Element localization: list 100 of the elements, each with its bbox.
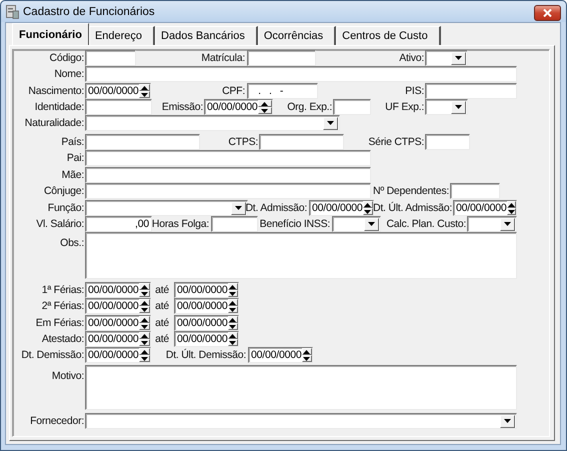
field-label: Naturalidade: bbox=[24, 117, 84, 129]
tab[interactable]: Funcionário bbox=[12, 23, 89, 45]
spin-button[interactable] bbox=[362, 201, 373, 215]
dropdown-field[interactable] bbox=[85, 115, 340, 131]
date-field[interactable]: 00/00/0000 bbox=[85, 83, 151, 99]
spin-button[interactable] bbox=[228, 316, 238, 330]
tab[interactable]: Endereço bbox=[88, 26, 156, 45]
input-field[interactable] bbox=[85, 167, 371, 183]
field-label: Motivo: bbox=[52, 370, 84, 382]
spin-button[interactable] bbox=[138, 348, 150, 362]
spin-button[interactable] bbox=[506, 201, 516, 215]
spin-button[interactable] bbox=[228, 283, 238, 297]
dropdown-field[interactable] bbox=[425, 50, 468, 66]
spin-button[interactable] bbox=[138, 299, 150, 313]
down-arrow-icon bbox=[229, 324, 236, 328]
input-field[interactable] bbox=[85, 150, 371, 166]
field-label: PIS: bbox=[405, 85, 424, 97]
date-field[interactable]: 00/00/0000 bbox=[174, 298, 239, 314]
dropdown-button[interactable] bbox=[364, 218, 379, 230]
input-field[interactable] bbox=[333, 99, 371, 115]
field-label: Emissão: bbox=[162, 101, 203, 113]
input-field[interactable] bbox=[85, 66, 517, 82]
tab[interactable]: Dados Bancários bbox=[155, 26, 258, 45]
input-field[interactable] bbox=[450, 183, 500, 199]
spin-button[interactable] bbox=[138, 283, 150, 297]
up-arrow-icon bbox=[364, 202, 372, 206]
dropdown-button[interactable] bbox=[500, 414, 515, 428]
tab[interactable]: Centros de Custo bbox=[336, 26, 441, 45]
field-label: Calc. Plan. Custo: bbox=[386, 218, 466, 230]
field-label: Obs.: bbox=[60, 237, 84, 249]
input-field[interactable] bbox=[425, 83, 517, 99]
up-arrow-icon bbox=[140, 300, 148, 304]
date-field[interactable]: 00/00/0000 bbox=[85, 331, 151, 347]
field-label: Org. Exp.: bbox=[287, 101, 332, 113]
dropdown-field[interactable] bbox=[332, 216, 381, 232]
field-label: Série CTPS: bbox=[368, 136, 424, 148]
field-label: CPF: bbox=[222, 85, 245, 97]
field-label: até bbox=[155, 284, 169, 296]
field-label: 1ª Férias: bbox=[42, 284, 84, 296]
date-field[interactable]: 00/00/0000 bbox=[174, 315, 239, 331]
field-label: Vl. Salário: bbox=[36, 218, 84, 230]
down-arrow-icon bbox=[140, 308, 148, 312]
date-field[interactable]: 00/00/0000 bbox=[85, 315, 151, 331]
down-arrow-icon bbox=[508, 210, 515, 214]
field-label: Em Férias: bbox=[36, 317, 84, 329]
tab[interactable]: Ocorrências bbox=[258, 26, 336, 45]
input-field[interactable] bbox=[85, 183, 371, 199]
down-arrow-icon bbox=[229, 308, 236, 312]
text-area[interactable] bbox=[85, 365, 517, 410]
close-icon bbox=[543, 8, 552, 16]
dropdown-field[interactable] bbox=[85, 413, 517, 429]
date-field[interactable]: 00/00/0000 bbox=[85, 298, 151, 314]
text-area[interactable] bbox=[85, 232, 517, 279]
spin-button[interactable] bbox=[258, 100, 272, 114]
window-title: Cadastro de Funcionários bbox=[23, 6, 156, 18]
input-field[interactable] bbox=[211, 216, 258, 232]
close-button[interactable] bbox=[534, 4, 561, 20]
dropdown-button[interactable] bbox=[451, 52, 466, 64]
input-field[interactable] bbox=[85, 50, 136, 66]
spin-button[interactable] bbox=[138, 84, 150, 98]
field-label: Código: bbox=[50, 52, 84, 64]
input-field[interactable] bbox=[85, 134, 200, 150]
dropdown-button[interactable] bbox=[231, 202, 246, 214]
down-arrow-icon bbox=[504, 222, 511, 226]
spin-button[interactable] bbox=[228, 299, 238, 313]
up-arrow-icon bbox=[303, 350, 310, 354]
input-field[interactable]: . . - bbox=[247, 83, 318, 99]
dropdown-field[interactable] bbox=[425, 99, 468, 115]
dropdown-button[interactable] bbox=[451, 100, 466, 114]
dropdown-button[interactable] bbox=[500, 218, 515, 230]
date-field[interactable]: 00/00/0000 bbox=[85, 347, 151, 363]
field-label: Benefício INSS: bbox=[260, 218, 330, 230]
dropdown-button[interactable] bbox=[323, 116, 338, 130]
input-field[interactable] bbox=[259, 134, 344, 150]
spin-button[interactable] bbox=[228, 332, 238, 346]
input-field[interactable] bbox=[425, 134, 470, 150]
input-field[interactable] bbox=[85, 99, 152, 115]
spin-button[interactable] bbox=[138, 332, 150, 346]
up-arrow-icon bbox=[140, 86, 148, 90]
field-label: CTPS: bbox=[228, 136, 258, 148]
field-label: Pai: bbox=[66, 152, 84, 164]
input-field[interactable] bbox=[247, 50, 316, 66]
spin-button[interactable] bbox=[138, 316, 150, 330]
field-label: UF Exp.: bbox=[385, 101, 424, 113]
date-field[interactable]: 00/00/0000 bbox=[248, 347, 313, 363]
field-label: até bbox=[155, 317, 169, 329]
field-label: Matrícula: bbox=[201, 52, 245, 64]
date-field[interactable]: 00/00/0000 bbox=[85, 282, 151, 298]
date-field[interactable]: 00/00/0000 bbox=[204, 99, 273, 115]
spin-button[interactable] bbox=[302, 348, 312, 362]
input-field[interactable]: ,00 bbox=[85, 216, 152, 232]
up-arrow-icon bbox=[229, 284, 236, 288]
field-label: Dt. Últ. Demissão: bbox=[166, 349, 246, 361]
date-field[interactable]: 00/00/0000 bbox=[453, 200, 517, 216]
dropdown-field[interactable] bbox=[85, 200, 248, 216]
date-field[interactable]: 00/00/0000 bbox=[174, 331, 239, 347]
dropdown-field[interactable] bbox=[467, 216, 517, 232]
date-field[interactable]: 00/00/0000 bbox=[309, 200, 374, 216]
down-arrow-icon bbox=[364, 210, 372, 214]
date-field[interactable]: 00/00/0000 bbox=[174, 282, 239, 298]
